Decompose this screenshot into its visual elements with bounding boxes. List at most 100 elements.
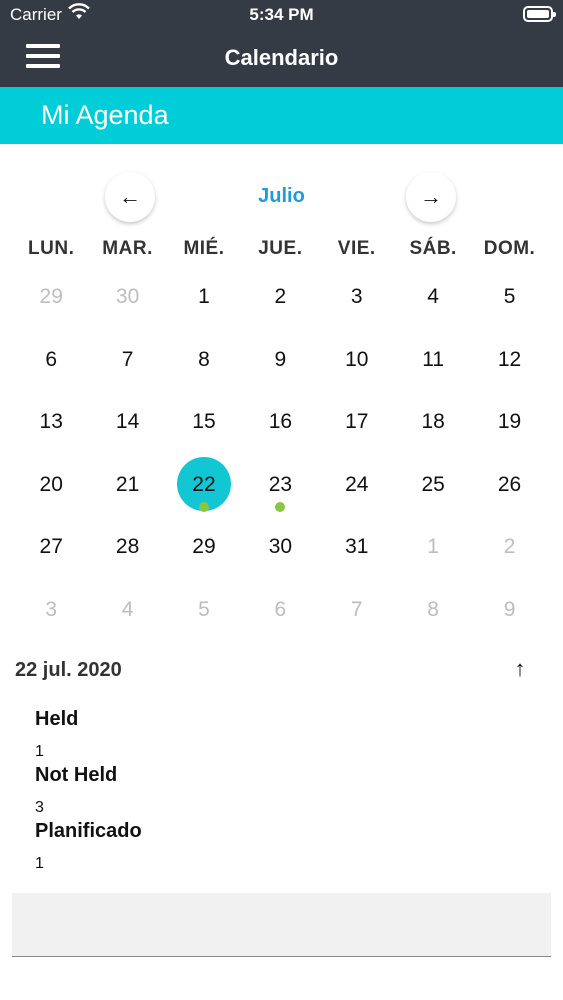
calendar-day[interactable]: 5 [166, 578, 242, 641]
arrow-up-icon[interactable]: ↑ [508, 656, 532, 684]
day-number: 31 [345, 535, 369, 559]
day-number: 1 [198, 285, 210, 308]
calendar-day[interactable]: 11 [395, 328, 471, 391]
day-number: 17 [345, 410, 369, 434]
calendar-day[interactable]: 25 [395, 453, 471, 516]
calendar-day[interactable]: 9 [242, 328, 318, 391]
day-number: 5 [503, 285, 516, 308]
calendar-day[interactable]: 31 [319, 515, 395, 578]
weekday-label: MAR. [102, 238, 153, 259]
calendar-day[interactable]: 24 [319, 453, 395, 516]
calendar-day[interactable]: 5 [471, 265, 547, 328]
day-number: 14 [115, 410, 140, 434]
calendar-day[interactable]: 15 [166, 390, 242, 453]
day-number: 8 [198, 347, 210, 371]
stat-value: 1 [35, 855, 44, 872]
day-number: 23 [268, 472, 293, 496]
bottom-panel [12, 893, 551, 957]
calendar-week-row: 3 4 5 6 7 8 9 [13, 578, 548, 641]
calendar-day[interactable]: 4 [89, 578, 165, 641]
event-summary: Held 1 Not Held 3 Planificado 1 [35, 708, 142, 876]
selected-date-label: 22 jul. 2020 [15, 659, 122, 681]
calendar-day[interactable]: 10 [319, 328, 395, 391]
battery-icon [523, 6, 556, 22]
day-number: 7 [350, 597, 363, 621]
calendar-day[interactable]: 30 [242, 515, 318, 578]
calendar-day[interactable]: 3 [13, 578, 89, 641]
calendar-day[interactable]: 30 [89, 265, 165, 328]
weekday-label: LUN. [28, 238, 75, 259]
day-number: 9 [503, 597, 516, 621]
calendar-day[interactable]: 8 [166, 328, 242, 391]
calendar-day[interactable]: 14 [89, 390, 165, 453]
stat-value: 3 [35, 799, 44, 816]
calendar-day[interactable]: 2 [471, 515, 547, 578]
day-number: 8 [427, 597, 439, 621]
calendar-day[interactable]: 26 [471, 453, 547, 516]
day-number: 22 [192, 472, 216, 496]
calendar-day[interactable]: 28 [89, 515, 165, 578]
next-month-button[interactable]: → [406, 172, 456, 222]
arrow-right-icon: → [420, 184, 442, 209]
calendar-day[interactable]: 29 [13, 265, 89, 328]
top-header: Carrier 5:34 PM Calendario [0, 0, 563, 87]
calendar-day[interactable]: 8 [395, 578, 471, 641]
calendar-week-row: 27 28 29 30 31 1 2 [13, 515, 548, 578]
calendar-day[interactable]: 29 [166, 515, 242, 578]
calendar-day[interactable]: 1 [166, 265, 242, 328]
calendar-week-row: 29 30 1 2 3 4 5 [13, 265, 548, 328]
calendar-day[interactable]: 18 [395, 390, 471, 453]
weekday-label: VIE. [337, 238, 376, 259]
agenda-title: Mi Agenda [41, 100, 169, 130]
weekday-label: SÁB. [409, 238, 457, 259]
calendar-day[interactable]: 7 [319, 578, 395, 641]
calendar-day[interactable]: 4 [395, 265, 471, 328]
day-number: 3 [350, 285, 363, 308]
calendar-day[interactable]: 20 [13, 453, 89, 516]
calendar-day[interactable]: 2 [242, 265, 318, 328]
stat-label: Held [35, 708, 79, 730]
day-number: 7 [121, 347, 134, 371]
day-number: 20 [39, 472, 63, 496]
calendar-day[interactable]: 6 [242, 578, 318, 641]
calendar-day-selected[interactable]: 22 [166, 453, 242, 516]
calendar-day[interactable]: 23 [242, 453, 318, 516]
day-number: 27 [39, 535, 63, 559]
day-number: 4 [121, 597, 134, 621]
calendar-day[interactable]: 19 [471, 390, 547, 453]
day-number: 16 [268, 410, 293, 434]
calendar-day[interactable]: 7 [89, 328, 165, 391]
stat-value: 1 [35, 743, 44, 760]
calendar-day[interactable]: 12 [471, 328, 547, 391]
calendar-day[interactable]: 17 [319, 390, 395, 453]
nav-title: Calendario [224, 45, 339, 70]
day-number: 28 [115, 535, 140, 559]
calendar-week-row: 6 7 8 9 10 11 12 [13, 328, 548, 391]
stat-label: Planificado [35, 820, 142, 842]
calendar-week-row: 13 14 15 16 17 18 19 [13, 390, 548, 453]
day-number: 18 [421, 410, 445, 434]
calendar-day[interactable]: 3 [319, 265, 395, 328]
weekday-label: DOM. [483, 238, 536, 259]
day-number: 6 [45, 347, 58, 371]
day-number: 2 [274, 285, 287, 308]
day-number: 29 [39, 285, 63, 308]
calendar-day[interactable]: 21 [89, 453, 165, 516]
calendar-day[interactable]: 9 [471, 578, 547, 641]
day-number: 19 [497, 410, 522, 434]
day-number: 30 [115, 285, 140, 308]
day-number: 11 [422, 347, 445, 371]
calendar-day[interactable]: 13 [13, 390, 89, 453]
weekday-header: LUN. MAR. MIÉ. JUE. VIE. SÁB. DOM. [13, 238, 548, 260]
event-dot-icon [198, 501, 209, 512]
weekday-label: MIÉ. [183, 238, 225, 259]
calendar-day[interactable]: 27 [13, 515, 89, 578]
day-number: 21 [115, 472, 140, 496]
calendar-day[interactable]: 1 [395, 515, 471, 578]
stat-label: Not Held [35, 764, 118, 786]
calendar-day[interactable]: 6 [13, 328, 89, 391]
day-number: 9 [274, 347, 287, 371]
calendar-day[interactable]: 16 [242, 390, 318, 453]
event-dot-icon [275, 501, 286, 512]
day-number: 6 [274, 597, 287, 621]
